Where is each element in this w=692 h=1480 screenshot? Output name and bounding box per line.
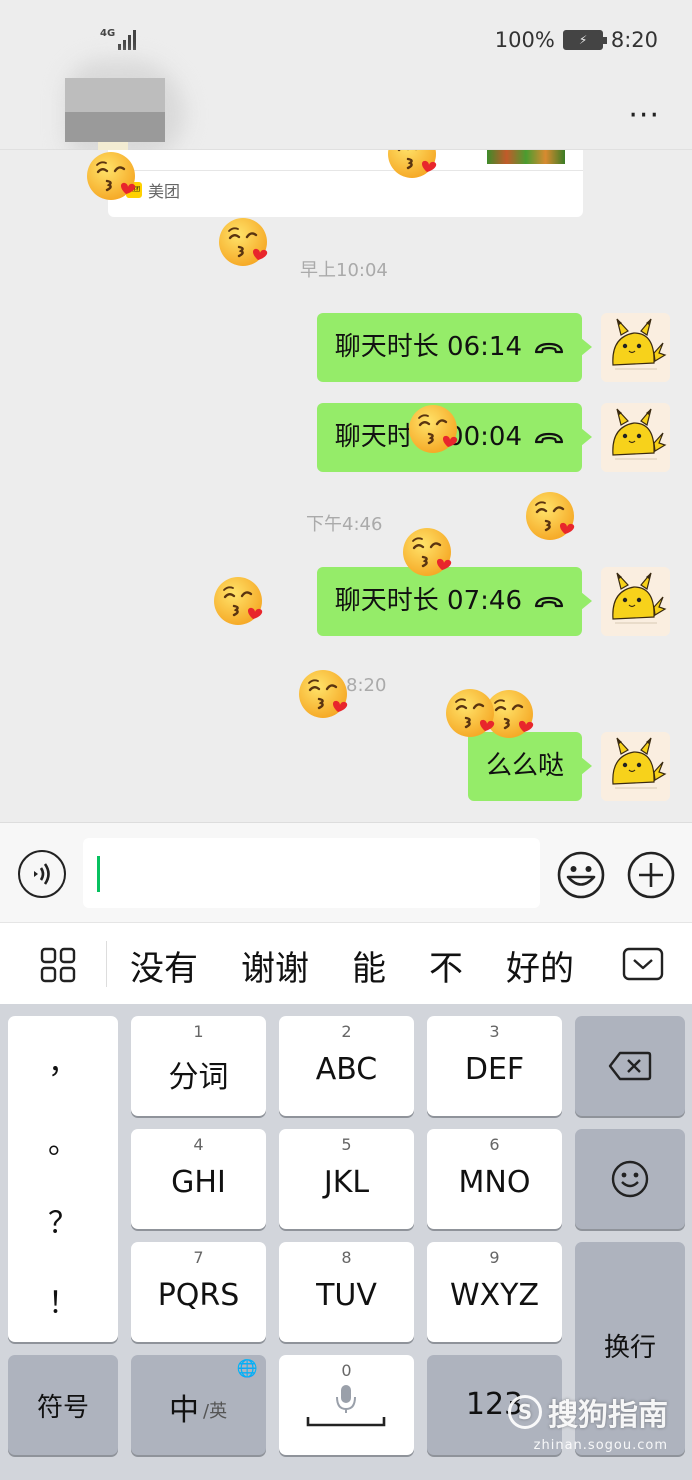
- message-input[interactable]: [83, 838, 540, 908]
- kiss-emoji-icon: [217, 216, 271, 270]
- candidate-word[interactable]: 能: [352, 941, 386, 989]
- candidate-word[interactable]: 谢谢: [241, 941, 309, 989]
- key-3[interactable]: 3 DEF: [427, 1016, 562, 1116]
- punct-comma[interactable]: ，: [8, 1038, 118, 1082]
- sogou-logo-icon: S: [508, 1395, 542, 1429]
- key-6[interactable]: 6 MNO: [427, 1129, 562, 1229]
- punct-question[interactable]: ？: [8, 1198, 118, 1242]
- punct-exclaim[interactable]: ！: [8, 1278, 118, 1322]
- key-5[interactable]: 5 JKL: [279, 1129, 414, 1229]
- key-9[interactable]: 9 WXYZ: [427, 1242, 562, 1342]
- text-cursor: [97, 856, 100, 892]
- microphone-icon: [306, 1385, 386, 1427]
- card-source: 美团: [148, 182, 181, 201]
- input-bar: [0, 822, 692, 922]
- timestamp: 下午4:46: [306, 514, 383, 535]
- kiss-emoji-icon: [524, 490, 578, 544]
- card-thumbnail: [487, 150, 565, 164]
- my-avatar[interactable]: [601, 313, 670, 382]
- ime-candidate-bar: 没有 谢谢 能 不 好的: [0, 922, 692, 1004]
- text-message-bubble[interactable]: 么么哒: [467, 732, 593, 801]
- collapse-keyboard-button[interactable]: [622, 947, 664, 981]
- key-8[interactable]: 8 TUV: [279, 1242, 414, 1342]
- hangup-icon: [534, 596, 564, 607]
- candidate-word[interactable]: 没有: [130, 941, 198, 989]
- my-avatar[interactable]: [601, 403, 670, 472]
- globe-icon: 🌐: [236, 1359, 258, 1379]
- key-1[interactable]: 1 分词: [131, 1016, 266, 1116]
- my-avatar[interactable]: [601, 732, 670, 801]
- signal-icon: [112, 28, 136, 50]
- watermark-url: zhinan.sogou.com: [533, 1438, 668, 1453]
- call-duration-text: 聊天时长 06:14: [334, 332, 522, 362]
- hangup-icon: [534, 342, 564, 353]
- candidate-word[interactable]: 不: [429, 941, 463, 989]
- ime-menu-grid-icon[interactable]: [40, 947, 76, 983]
- call-record-bubble[interactable]: 聊天时长 06:14: [316, 313, 593, 382]
- voice-icon: [34, 863, 50, 885]
- backspace-key[interactable]: [575, 1016, 685, 1116]
- timestamp: 8:20: [346, 675, 387, 696]
- smiley-icon: [611, 1160, 649, 1198]
- sogou-watermark: S 搜狗指南: [508, 1390, 668, 1434]
- key-7[interactable]: 7 PQRS: [131, 1242, 266, 1342]
- battery-icon: ⚡: [562, 30, 607, 50]
- shared-link-card[interactable]: 美团 美团: [108, 150, 583, 217]
- symbol-key[interactable]: 符号: [8, 1355, 118, 1455]
- my-avatar[interactable]: [601, 567, 670, 636]
- hangup-icon: [534, 432, 564, 443]
- message-text: 么么哒: [485, 751, 564, 781]
- message-list[interactable]: 美团 美团 早上10:04 聊天时长 06:14 聊天时长 00:04 下午4:…: [0, 150, 692, 822]
- voice-input-button[interactable]: [18, 850, 66, 898]
- chat-header: ···: [0, 60, 692, 162]
- punct-period[interactable]: 。: [8, 1118, 118, 1162]
- timestamp: 早上10:04: [300, 260, 388, 281]
- punctuation-key-column[interactable]: ， 。 ？ ！: [8, 1016, 118, 1342]
- emoji-button[interactable]: [556, 850, 606, 900]
- candidate-word[interactable]: 好的: [506, 941, 574, 989]
- backspace-icon: [608, 1051, 652, 1081]
- kiss-emoji-icon: [85, 150, 139, 204]
- clock: 8:20: [610, 28, 658, 52]
- kiss-emoji-icon: [297, 668, 351, 722]
- kiss-emoji-icon: [444, 687, 498, 741]
- battery-percent: 100%: [494, 28, 555, 52]
- more-functions-button[interactable]: [626, 850, 676, 900]
- kiss-emoji-icon: [386, 150, 440, 182]
- kiss-emoji-icon: [212, 575, 266, 629]
- key-2[interactable]: 2 ABC: [279, 1016, 414, 1116]
- more-options-button[interactable]: ···: [628, 98, 660, 133]
- space-key[interactable]: 0: [279, 1355, 414, 1455]
- key-4[interactable]: 4 GHI: [131, 1129, 266, 1229]
- kiss-emoji-icon: [401, 526, 455, 580]
- kiss-emoji-icon: [407, 403, 461, 457]
- language-switch-key[interactable]: 🌐 中 /英: [131, 1355, 266, 1455]
- candidate-list: 没有 谢谢 能 不 好的: [130, 941, 585, 989]
- emoji-key[interactable]: [575, 1129, 685, 1229]
